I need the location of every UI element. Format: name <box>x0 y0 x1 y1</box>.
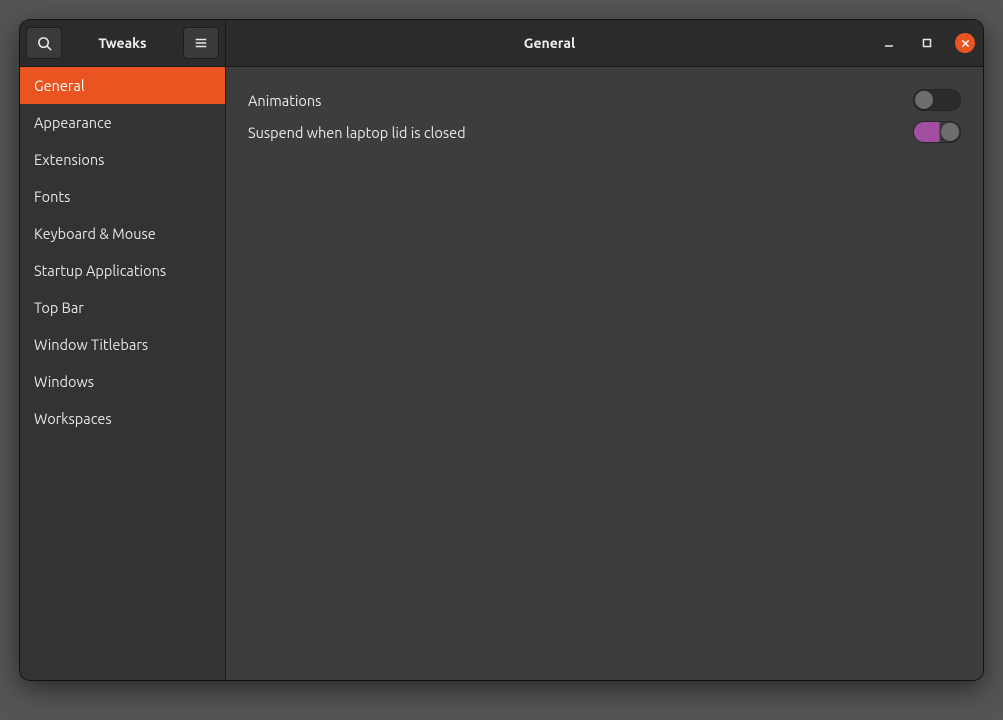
sidebar-item-windows[interactable]: Windows <box>20 363 225 400</box>
toggle-switch[interactable] <box>913 89 961 111</box>
sidebar-item-label: General <box>34 77 85 94</box>
sidebar-item-label: Keyboard & Mouse <box>34 225 156 242</box>
maximize-icon <box>922 38 932 48</box>
toggle-switch[interactable] <box>913 121 961 143</box>
sidebar-item-startup-applications[interactable]: Startup Applications <box>20 252 225 289</box>
page-title: General <box>226 35 873 51</box>
toggle-knob <box>941 123 959 141</box>
menu-button[interactable] <box>183 27 219 59</box>
sidebar-item-label: Extensions <box>34 151 104 168</box>
minimize-button[interactable] <box>879 33 899 53</box>
app-title: Tweaks <box>62 35 183 51</box>
app-window: Tweaks General <box>20 20 983 680</box>
sidebar-item-label: Fonts <box>34 188 70 205</box>
setting-row: Animations <box>248 85 961 115</box>
maximize-button[interactable] <box>917 33 937 53</box>
hamburger-icon <box>194 36 208 50</box>
sidebar-item-keyboard-mouse[interactable]: Keyboard & Mouse <box>20 215 225 252</box>
sidebar-item-extensions[interactable]: Extensions <box>20 141 225 178</box>
sidebar-item-fonts[interactable]: Fonts <box>20 178 225 215</box>
setting-row: Suspend when laptop lid is closed <box>248 117 961 147</box>
sidebar-item-appearance[interactable]: Appearance <box>20 104 225 141</box>
sidebar-item-top-bar[interactable]: Top Bar <box>20 289 225 326</box>
sidebar-item-label: Top Bar <box>34 299 84 316</box>
sidebar: General Appearance Extensions Fonts Keyboard… <box>20 67 226 680</box>
sidebar-item-label: Startup Applications <box>34 262 166 279</box>
content-area: Animations Suspend when laptop lid is clo… <box>226 67 983 680</box>
headerbar-left: Tweaks <box>20 20 226 66</box>
setting-label: Animations <box>248 92 321 109</box>
headerbar: Tweaks General <box>20 20 983 67</box>
close-icon <box>961 39 970 48</box>
toggle-knob <box>915 91 933 109</box>
sidebar-item-label: Workspaces <box>34 410 112 427</box>
close-button[interactable] <box>955 33 975 53</box>
window-body: General Appearance Extensions Fonts Keyboard… <box>20 67 983 680</box>
sidebar-item-label: Window Titlebars <box>34 336 148 353</box>
setting-label: Suspend when laptop lid is closed <box>248 124 466 141</box>
headerbar-right: General <box>226 20 983 66</box>
sidebar-item-general[interactable]: General <box>20 67 225 104</box>
search-button[interactable] <box>26 27 62 59</box>
sidebar-item-label: Appearance <box>34 114 112 131</box>
minimize-icon <box>884 38 894 48</box>
window-controls <box>879 20 975 66</box>
sidebar-item-workspaces[interactable]: Workspaces <box>20 400 225 437</box>
sidebar-item-window-titlebars[interactable]: Window Titlebars <box>20 326 225 363</box>
sidebar-item-label: Windows <box>34 373 94 390</box>
search-icon <box>37 36 52 51</box>
